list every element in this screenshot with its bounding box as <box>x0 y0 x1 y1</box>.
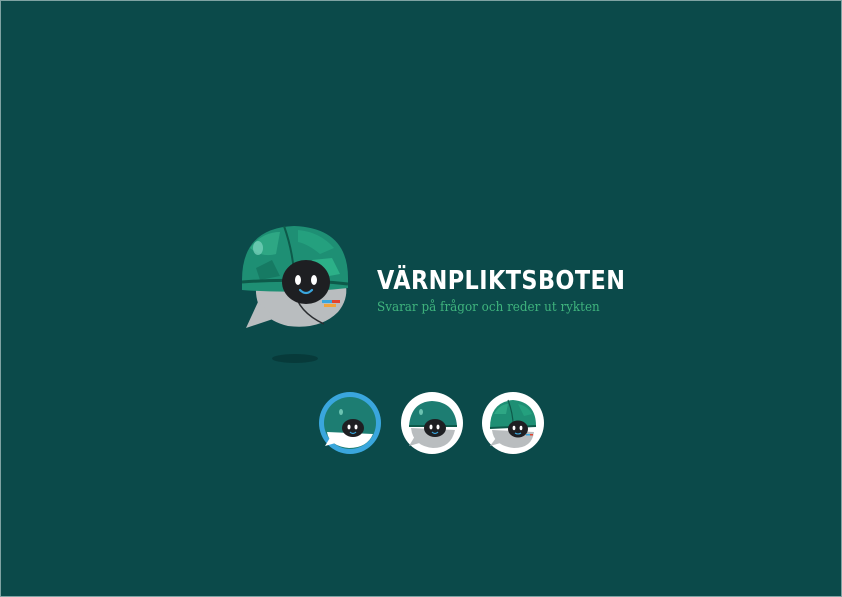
app-icon-white-variant <box>401 392 463 454</box>
app-icon-camo-variant <box>482 392 544 454</box>
brand-tagline: Svarar på frågor och reder ut rykten <box>377 300 600 315</box>
mascot-shadow <box>272 354 318 363</box>
logo-lockup: VÄRNPLIKTSBOTEN Svarar på frågor och red… <box>236 220 636 370</box>
app-icon-blue-variant <box>319 392 381 454</box>
brand-name: VÄRNPLIKTSBOTEN <box>377 266 626 296</box>
chatbot-helmet-mascot-icon <box>241 225 349 328</box>
icon-variants-row <box>319 392 545 456</box>
